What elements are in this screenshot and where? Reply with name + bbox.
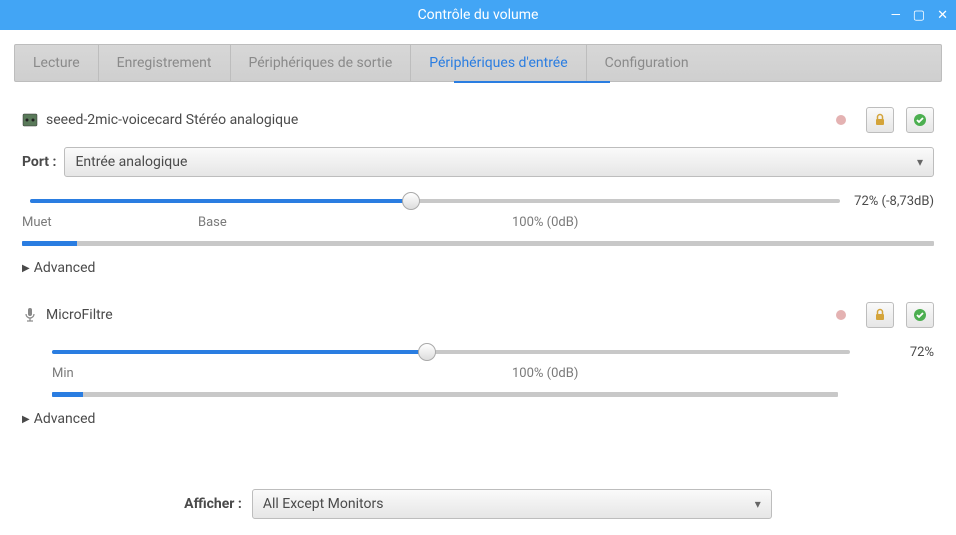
minimize-icon[interactable]: —	[891, 9, 901, 22]
volume-value: 72%	[910, 345, 934, 360]
close-icon[interactable]: ✕	[937, 9, 948, 22]
port-label: Port :	[22, 154, 56, 170]
scale-100: 100% (0dB)	[512, 366, 578, 381]
maximize-icon[interactable]: ▢	[913, 9, 925, 22]
tabbar: Lecture Enregistrement Périphériques de …	[14, 44, 942, 82]
lock-button[interactable]	[866, 107, 894, 133]
advanced-toggle[interactable]: ▶ Advanced	[18, 254, 938, 282]
advanced-label: Advanced	[34, 411, 96, 427]
scale-100: 100% (0dB)	[512, 215, 578, 230]
lock-button[interactable]	[866, 302, 894, 328]
scale-min: Min	[52, 366, 74, 381]
port-value: Entrée analogique	[75, 154, 187, 170]
tab-enregistrement[interactable]: Enregistrement	[99, 45, 231, 81]
device-seeed: seeed-2mic-voicecard Stéréo analogique P…	[18, 107, 938, 282]
mute-icon[interactable]	[836, 310, 846, 320]
device-microfiltre: MicroFiltre 72%	[18, 302, 938, 433]
scale-base: Base	[198, 215, 227, 230]
chevron-right-icon: ▶	[22, 263, 30, 274]
soundcard-icon	[22, 112, 38, 128]
volume-slider[interactable]	[52, 342, 850, 362]
show-value: All Except Monitors	[263, 496, 384, 512]
default-button[interactable]	[906, 107, 934, 133]
volume-slider[interactable]	[30, 191, 840, 211]
port-dropdown[interactable]: Entrée analogique	[64, 147, 934, 177]
level-meter	[22, 241, 934, 246]
tab-entree[interactable]: Périphériques d'entrée	[411, 45, 586, 81]
device-name: seeed-2mic-voicecard Stéréo analogique	[46, 112, 828, 128]
show-dropdown[interactable]: All Except Monitors	[252, 489, 772, 519]
show-label: Afficher :	[184, 496, 242, 512]
tab-lecture[interactable]: Lecture	[15, 45, 99, 81]
scale-min: Muet	[22, 215, 52, 230]
window-title: Contrôle du volume	[418, 7, 539, 23]
advanced-toggle[interactable]: ▶ Advanced	[18, 405, 938, 433]
titlebar[interactable]: Contrôle du volume — ▢ ✕	[0, 0, 956, 30]
device-name: MicroFiltre	[46, 307, 828, 323]
default-button[interactable]	[906, 302, 934, 328]
chevron-right-icon: ▶	[22, 414, 30, 425]
microphone-icon	[22, 307, 38, 323]
tab-underline	[454, 81, 610, 83]
advanced-label: Advanced	[34, 260, 96, 276]
level-meter	[52, 392, 838, 397]
tab-configuration[interactable]: Configuration	[587, 45, 707, 81]
mute-icon[interactable]	[836, 115, 846, 125]
tab-sortie[interactable]: Périphériques de sortie	[231, 45, 412, 81]
volume-value: 72% (-8,73dB)	[854, 194, 934, 209]
